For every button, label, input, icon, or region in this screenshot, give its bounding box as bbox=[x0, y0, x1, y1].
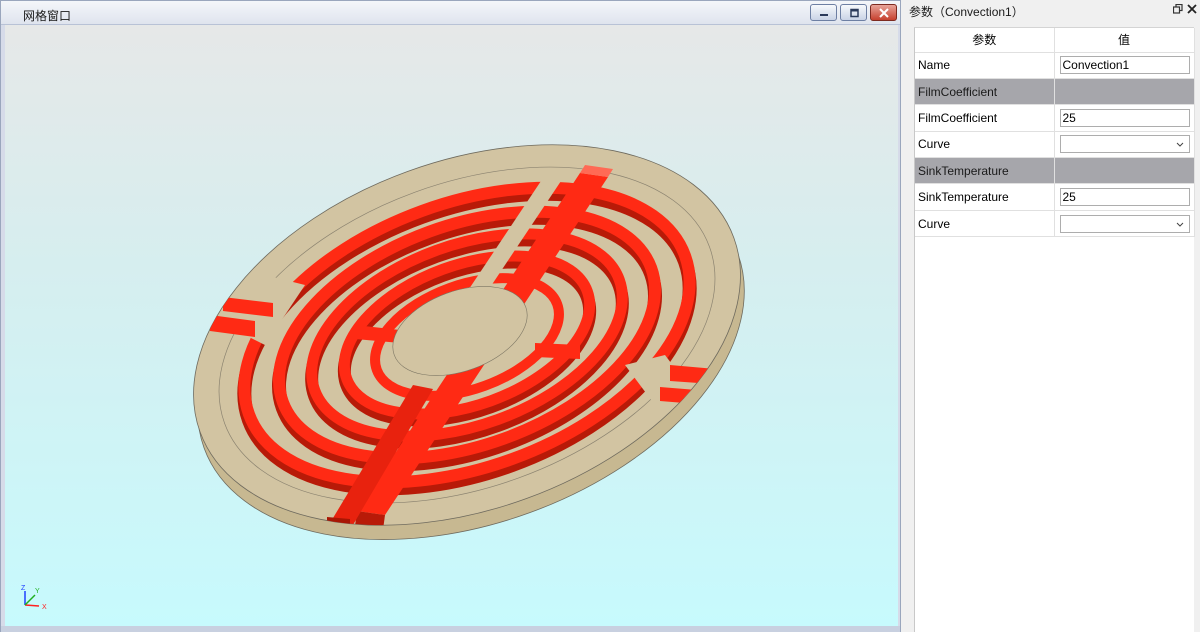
axis-triad: Z Y X bbox=[21, 585, 47, 611]
mesh-window-statusbar bbox=[1, 626, 900, 632]
property-row-name: Name Convection1 bbox=[915, 52, 1195, 79]
property-grid: 参数 值 Name Convection1 FilmCoefficient Fi… bbox=[914, 27, 1195, 632]
svg-text:X: X bbox=[42, 604, 47, 611]
property-row-sinktemperature: SinkTemperature 25 bbox=[915, 183, 1195, 211]
property-row-filmcoefficient: FilmCoefficient 25 bbox=[915, 104, 1195, 132]
filmcoefficient-input[interactable]: 25 bbox=[1059, 108, 1190, 127]
parameter-panel: 参数（Convection1） 参数 值 Name Convection1 Fi… bbox=[901, 0, 1200, 632]
svg-text:Z: Z bbox=[21, 585, 26, 592]
group-label: FilmCoefficient bbox=[915, 78, 1055, 106]
chevron-down-icon bbox=[1176, 143, 1183, 148]
sink-curve-select[interactable] bbox=[1059, 214, 1190, 233]
chevron-down-icon bbox=[1176, 222, 1183, 227]
property-label: Curve bbox=[915, 210, 1055, 238]
parameter-panel-title: 参数（Convection1） bbox=[909, 5, 1024, 19]
column-header-value: 值 bbox=[1054, 28, 1195, 53]
column-header-param: 参数 bbox=[915, 28, 1055, 53]
group-value bbox=[1054, 157, 1195, 185]
property-label: SinkTemperature bbox=[915, 183, 1055, 211]
parameter-panel-titlebar[interactable]: 参数（Convection1） bbox=[901, 0, 1200, 20]
3d-viewport[interactable]: Z Y X bbox=[5, 25, 898, 626]
float-window-icon[interactable] bbox=[1173, 4, 1183, 14]
property-label: Name bbox=[915, 52, 1055, 79]
group-row-filmcoefficient[interactable]: FilmCoefficient bbox=[915, 78, 1195, 106]
property-row-curve: Curve bbox=[915, 210, 1195, 238]
property-label: Curve bbox=[915, 131, 1055, 159]
restore-icon bbox=[849, 8, 859, 17]
close-icon bbox=[878, 7, 889, 18]
film-curve-select[interactable] bbox=[1059, 135, 1190, 154]
property-label: FilmCoefficient bbox=[915, 104, 1055, 132]
group-row-sinktemperature[interactable]: SinkTemperature bbox=[915, 157, 1195, 185]
group-value bbox=[1054, 78, 1195, 106]
close-button[interactable] bbox=[870, 4, 897, 21]
sinktemperature-input[interactable]: 25 bbox=[1059, 188, 1190, 207]
mesh-window-titlebar[interactable]: 网格窗口 bbox=[1, 1, 900, 25]
mesh-window-title: 网格窗口 bbox=[23, 9, 72, 23]
mesh-window: 网格窗口 Z Y X bbox=[0, 0, 901, 632]
name-input[interactable]: Convection1 bbox=[1059, 56, 1190, 75]
mesh-model: Z Y X bbox=[21, 144, 745, 611]
minimize-button[interactable] bbox=[810, 4, 837, 21]
minimize-icon bbox=[819, 13, 828, 16]
svg-text:Y: Y bbox=[35, 588, 40, 595]
close-panel-icon[interactable] bbox=[1187, 4, 1197, 14]
group-label: SinkTemperature bbox=[915, 157, 1055, 185]
restore-button[interactable] bbox=[840, 4, 867, 21]
property-row-curve: Curve bbox=[915, 131, 1195, 159]
property-grid-header: 参数 值 bbox=[915, 28, 1195, 53]
